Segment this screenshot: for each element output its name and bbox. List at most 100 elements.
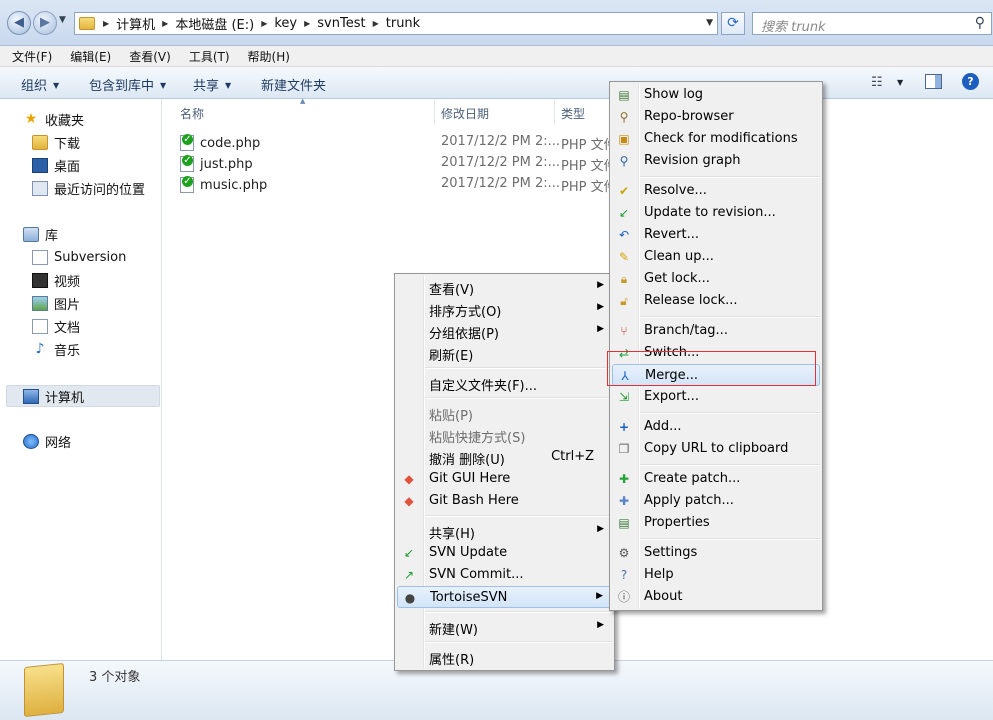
menu-item-refresh[interactable]: 刷新(E) xyxy=(397,342,612,364)
menu-item-revision-graph[interactable]: ⚲ Revision graph xyxy=(612,150,820,172)
chevron-right-icon[interactable]: ▶ xyxy=(103,19,109,28)
menu-item-new[interactable]: 新建(W) ▶ xyxy=(397,616,612,638)
library-icon xyxy=(23,226,39,242)
share-button[interactable]: 共享 ▼ xyxy=(193,75,231,94)
table-row[interactable]: music.php xyxy=(180,176,267,194)
menu-edit[interactable]: 编辑(E) xyxy=(58,46,117,66)
menu-item-update-to-revision[interactable]: ↙ Update to revision... xyxy=(612,202,820,224)
column-header-type[interactable]: 类型 xyxy=(561,105,585,122)
menu-item-revert[interactable]: ↶ Revert... xyxy=(612,224,820,246)
menu-item-create-patch[interactable]: ✚ Create patch... xyxy=(612,468,820,490)
search-icon[interactable]: ⚲ xyxy=(975,15,985,31)
picture-icon xyxy=(32,295,48,311)
chevron-right-icon[interactable]: ▶ xyxy=(162,19,168,28)
menu-item-help[interactable]: ? Help xyxy=(612,564,820,586)
nav-favorites[interactable]: ★ 收藏夹 xyxy=(23,109,84,129)
menu-separator xyxy=(425,515,612,517)
breadcrumb-trunk[interactable]: trunk xyxy=(386,16,420,31)
forward-button[interactable]: ▶ xyxy=(33,11,57,35)
breadcrumb-key[interactable]: key xyxy=(274,16,297,31)
menu-item-about[interactable]: ⓘ About xyxy=(612,586,820,608)
nav-libraries[interactable]: 库 xyxy=(23,224,58,244)
nav-recent[interactable]: 最近访问的位置 xyxy=(32,178,145,198)
menu-separator xyxy=(425,641,612,643)
menu-item-label: Export... xyxy=(644,389,699,404)
context-menu: 查看(V) ▶ 排序方式(O) ▶ 分组依据(P) ▶ 刷新(E) 自定义文件夹(F)… xyxy=(394,273,615,671)
menu-item-properties[interactable]: ▤ Properties xyxy=(612,512,820,534)
menu-item-release-lock[interactable]: 🔓︎ Release lock... xyxy=(612,290,820,312)
menu-item-undo-delete[interactable]: 撤消 删除(U) Ctrl+Z xyxy=(397,446,612,468)
back-button[interactable]: ◀ xyxy=(7,11,31,35)
file-date: 2017/12/2 PM 2:... xyxy=(441,176,561,191)
music-note-icon: ♪ xyxy=(35,340,45,357)
breadcrumb-svntest[interactable]: svnTest xyxy=(317,16,365,31)
nav-videos[interactable]: 视频 xyxy=(32,270,80,290)
menu-item-resolve[interactable]: ✔ Resolve... xyxy=(612,180,820,202)
tortoisesvn-submenu: ▤ Show log ⚲ Repo-browser ▣ Check for modif… xyxy=(609,81,823,611)
menu-item-git-gui[interactable]: ◆ Git GUI Here xyxy=(397,468,612,490)
chevron-right-icon[interactable]: ▶ xyxy=(373,19,379,28)
view-options-icon[interactable]: ☷ xyxy=(871,75,883,90)
nav-pictures[interactable]: 图片 xyxy=(32,293,80,313)
menu-item-paste-shortcut[interactable]: 粘贴快捷方式(S) xyxy=(397,424,612,446)
menu-item-clean-up[interactable]: ✎ Clean up... xyxy=(612,246,820,268)
menu-item-git-bash[interactable]: ◆ Git Bash Here xyxy=(397,490,612,512)
menu-item-label: 粘贴(P) xyxy=(429,409,473,424)
menu-item-paste[interactable]: 粘贴(P) xyxy=(397,402,612,424)
recent-pages-dropdown-icon[interactable]: ▼ xyxy=(59,15,66,25)
menu-item-repo-browser[interactable]: ⚲ Repo-browser xyxy=(612,106,820,128)
menu-item-label: SVN Update xyxy=(429,545,508,560)
menu-view[interactable]: 查看(V) xyxy=(117,46,177,66)
menu-help[interactable]: 帮助(H) xyxy=(236,46,296,66)
chevron-down-icon[interactable]: ▼ xyxy=(897,78,903,87)
menu-tools[interactable]: 工具(T) xyxy=(177,46,236,66)
menu-item-apply-patch[interactable]: ✚ Apply patch... xyxy=(612,490,820,512)
chevron-right-icon[interactable]: ▶ xyxy=(304,19,310,28)
chevron-right-icon[interactable]: ▶ xyxy=(261,19,267,28)
column-header-name[interactable]: 名称 xyxy=(180,105,204,122)
menu-item-tortoisesvn[interactable]: ● TortoiseSVN ▶ xyxy=(397,586,612,608)
menu-item-properties[interactable]: 属性(R) xyxy=(397,646,612,668)
column-divider[interactable] xyxy=(434,99,435,125)
menu-item-group[interactable]: 分组依据(P) ▶ xyxy=(397,320,612,342)
menu-item-add[interactable]: + Add... xyxy=(612,416,820,438)
table-row[interactable]: just.php xyxy=(180,155,253,173)
nav-desktop[interactable]: 桌面 xyxy=(32,155,80,175)
menu-item-get-lock[interactable]: 🔒︎ Get lock... xyxy=(612,268,820,290)
menu-item-show-log[interactable]: ▤ Show log xyxy=(612,84,820,106)
nav-subversion[interactable]: Subversion xyxy=(32,247,126,267)
preview-pane-icon[interactable] xyxy=(925,74,942,89)
menu-item-svn-commit[interactable]: ↗ SVN Commit... xyxy=(397,564,612,586)
refresh-button[interactable]: ⟳ xyxy=(721,12,745,35)
address-dropdown-icon[interactable]: ▼ xyxy=(706,18,713,28)
menu-item-sort[interactable]: 排序方式(O) ▶ xyxy=(397,298,612,320)
menu-item-view[interactable]: 查看(V) ▶ xyxy=(397,276,612,298)
menu-item-export[interactable]: ⇲ Export... xyxy=(612,386,820,408)
menu-file[interactable]: 文件(F) xyxy=(0,46,58,66)
search-input[interactable]: 搜索 trunk ⚲ xyxy=(752,12,992,35)
nav-documents[interactable]: 文档 xyxy=(32,316,80,336)
svn-php-file-icon xyxy=(180,134,194,151)
menu-item-check-modifications[interactable]: ▣ Check for modifications xyxy=(612,128,820,150)
help-icon[interactable]: ? xyxy=(962,73,979,90)
new-folder-button[interactable]: 新建文件夹 xyxy=(261,75,326,94)
breadcrumb-drive-e[interactable]: 本地磁盘 (E:) xyxy=(175,14,254,33)
network-icon xyxy=(23,433,39,449)
breadcrumb-computer[interactable]: 计算机 xyxy=(116,14,155,33)
address-bar[interactable]: ▶ 计算机 ▶ 本地磁盘 (E:) ▶ key ▶ svnTest ▶ trun… xyxy=(74,12,718,35)
include-library-button[interactable]: 包含到库中 ▼ xyxy=(89,75,166,94)
organize-button[interactable]: 组织 ▼ xyxy=(21,75,59,94)
menu-item-copy-url[interactable]: ❐ Copy URL to clipboard xyxy=(612,438,820,460)
column-divider[interactable] xyxy=(554,99,555,125)
nav-computer[interactable]: 计算机 xyxy=(23,386,84,406)
menu-item-branch-tag[interactable]: ⑂ Branch/tag... xyxy=(612,320,820,342)
menu-item-customize-folder[interactable]: 自定义文件夹(F)... xyxy=(397,372,612,394)
menu-item-svn-update[interactable]: ↙ SVN Update xyxy=(397,542,612,564)
menu-item-share[interactable]: 共享(H) ▶ xyxy=(397,520,612,542)
column-header-modified[interactable]: 修改日期 xyxy=(441,105,489,122)
table-row[interactable]: code.php xyxy=(180,134,260,152)
menu-item-settings[interactable]: ⚙ Settings xyxy=(612,542,820,564)
nav-music[interactable]: ♪ 音乐 xyxy=(32,339,80,359)
nav-downloads[interactable]: 下载 xyxy=(32,132,80,152)
nav-network[interactable]: 网络 xyxy=(23,431,71,451)
